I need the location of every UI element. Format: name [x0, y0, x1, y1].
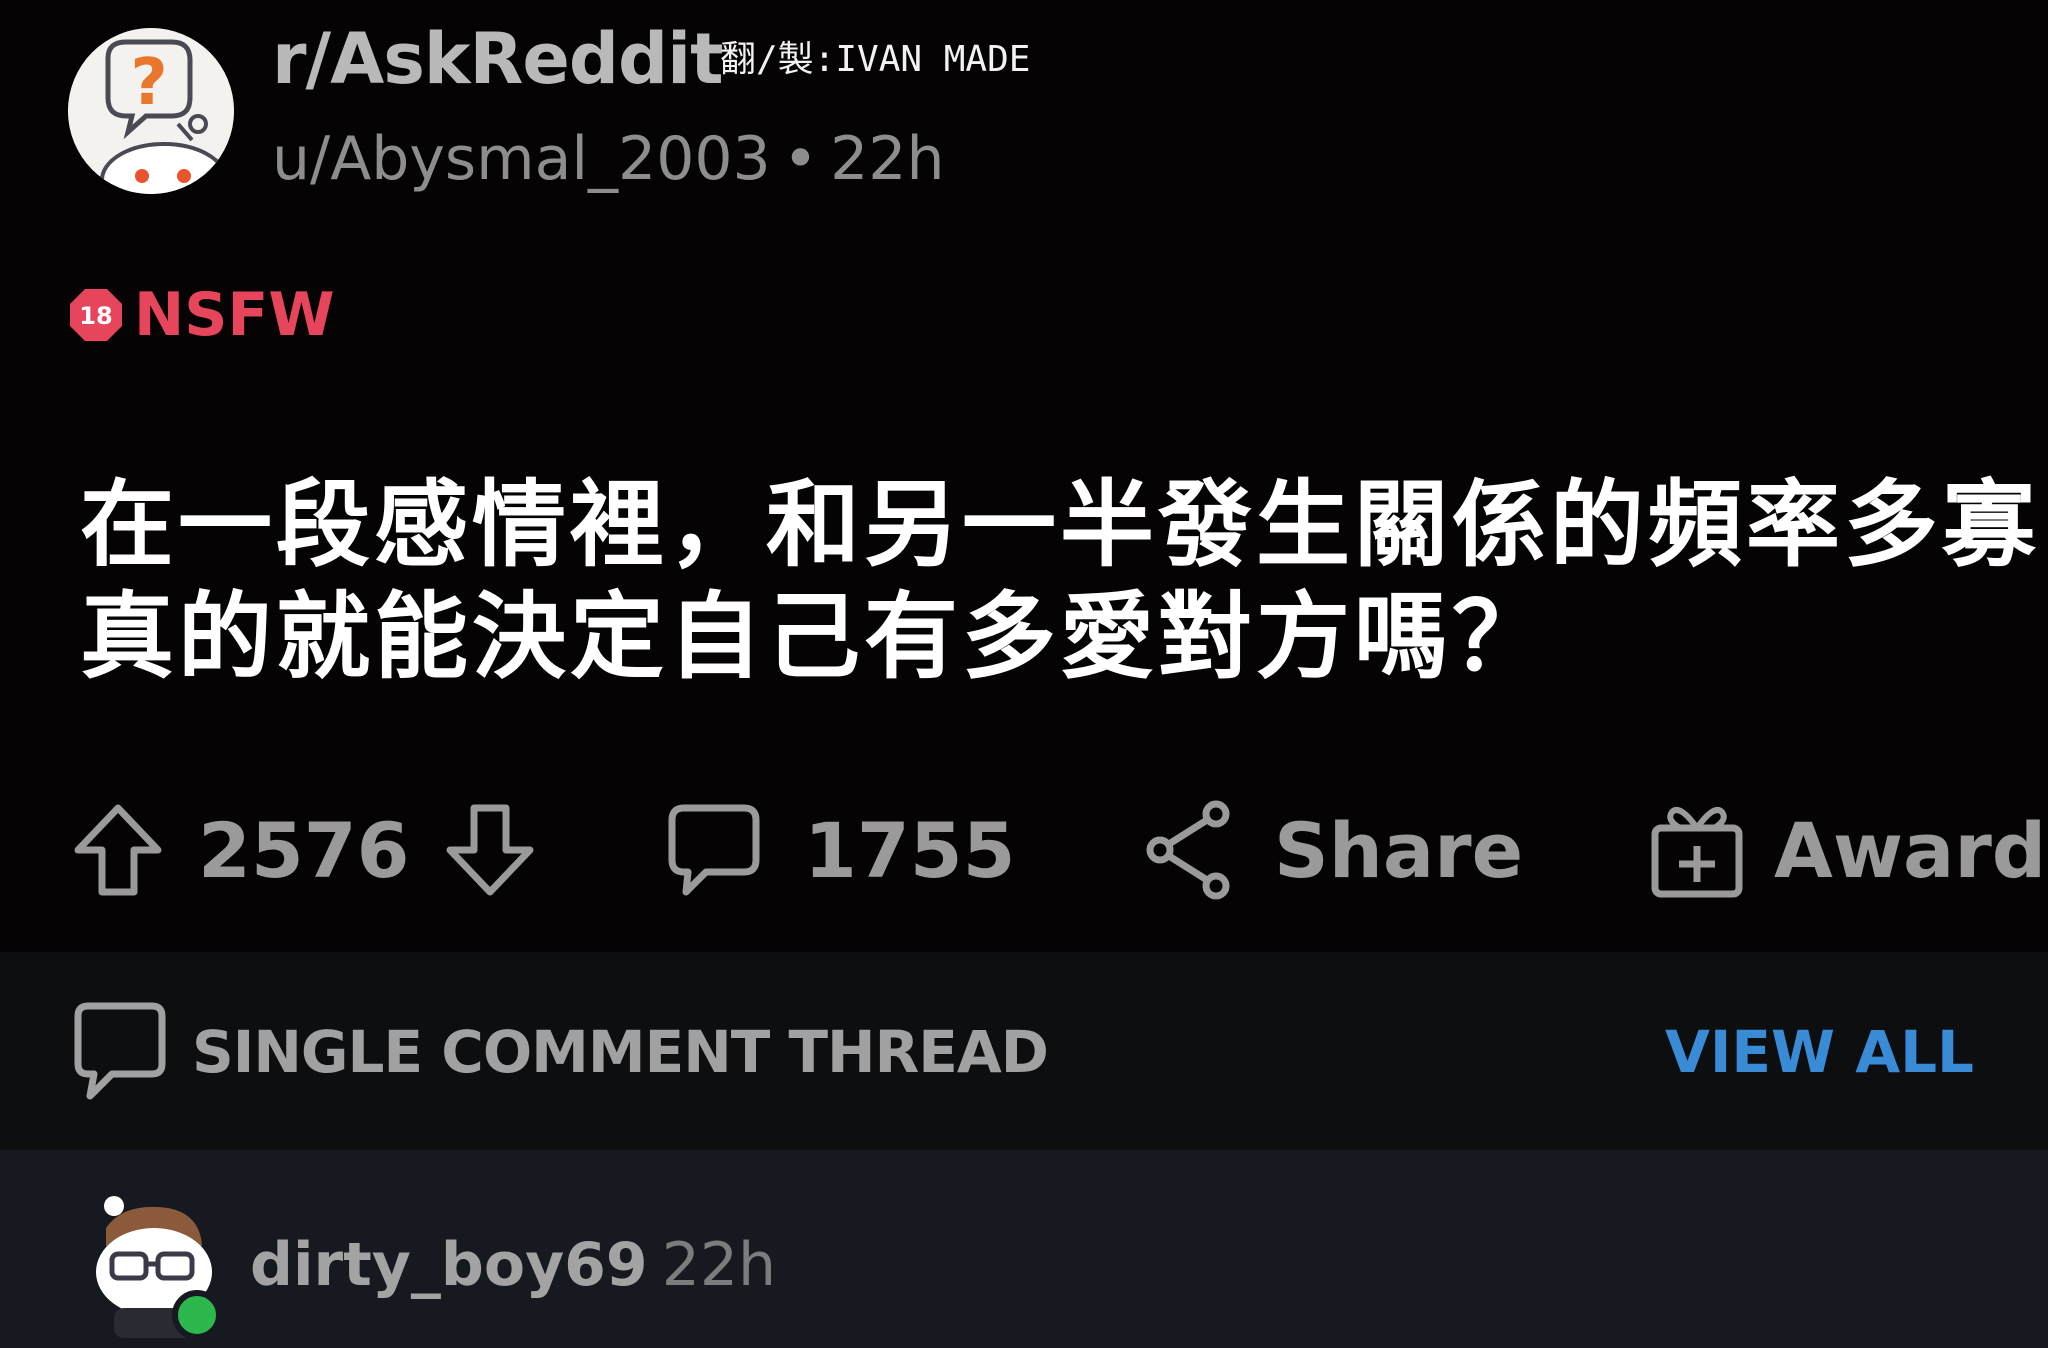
downvote-button[interactable] [444, 802, 536, 898]
comment-header: dirty_boy69 22h [0, 1150, 2048, 1348]
comment-age: 22h [661, 1230, 777, 1300]
view-all-link[interactable]: VIEW ALL [1665, 1018, 1974, 1086]
post-meta: u/Abysmal_2003 • 22h [272, 124, 945, 194]
speech-bubble-icon [668, 804, 760, 896]
share-label: Share [1274, 805, 1524, 895]
arrow-down-icon [446, 804, 534, 896]
reddit-post-screen: ? r/AskReddit 翻/製:IVAN MADE u/Abysmal_20… [0, 0, 2048, 1348]
comments-button[interactable]: 1755 [666, 800, 1016, 900]
gift-plus-icon [1651, 807, 1743, 898]
share-button[interactable]: Share [1144, 800, 1523, 900]
upvote-button[interactable] [72, 802, 164, 898]
svg-text:18: 18 [79, 302, 112, 330]
post-title[interactable]: 在一段感情裡，和另一半發生關係的頻率多寡 真的就能決定自己有多愛對方嗎？ [80, 470, 2041, 694]
award-label: Award [1774, 805, 2047, 895]
online-status-dot [172, 1290, 222, 1340]
single-comment-thread-label: SINGLE COMMENT THREAD [192, 1018, 1049, 1086]
post-author[interactable]: u/Abysmal_2003 [272, 124, 771, 194]
svg-text:?: ? [130, 46, 167, 120]
nsfw-18-badge-icon: 18 [70, 289, 122, 341]
speech-bubble-icon [74, 1002, 166, 1100]
comment-count: 1755 [804, 805, 1016, 895]
nsfw-label: NSFW [134, 280, 335, 350]
translator-watermark: 翻/製:IVAN MADE [720, 39, 1031, 80]
share-nodes-icon [1146, 800, 1230, 900]
upvote-count: 2576 [198, 805, 410, 895]
subreddit-name[interactable]: r/AskReddit [272, 18, 724, 100]
post-title-line: 在一段感情裡，和另一半發生關係的頻率多寡 [80, 471, 2041, 580]
single-comment-thread-bar: SINGLE COMMENT THREAD VIEW ALL [0, 952, 2048, 1150]
award-button[interactable]: Award [1650, 800, 2046, 900]
post-age: 22h [830, 124, 945, 194]
arrow-up-icon [74, 804, 162, 896]
meta-separator: • [782, 124, 819, 194]
commenter-username[interactable]: dirty_boy69 [250, 1230, 648, 1300]
subreddit-avatar[interactable]: ? [68, 28, 234, 194]
nsfw-tag: 18 NSFW [68, 280, 335, 350]
snoo-question-icon: ? [68, 28, 234, 194]
commenter-info: dirty_boy69 22h [250, 1230, 776, 1300]
vote-controls: 2576 [72, 800, 536, 900]
post-title-line: 真的就能決定自己有多愛對方嗎？ [80, 583, 1551, 692]
